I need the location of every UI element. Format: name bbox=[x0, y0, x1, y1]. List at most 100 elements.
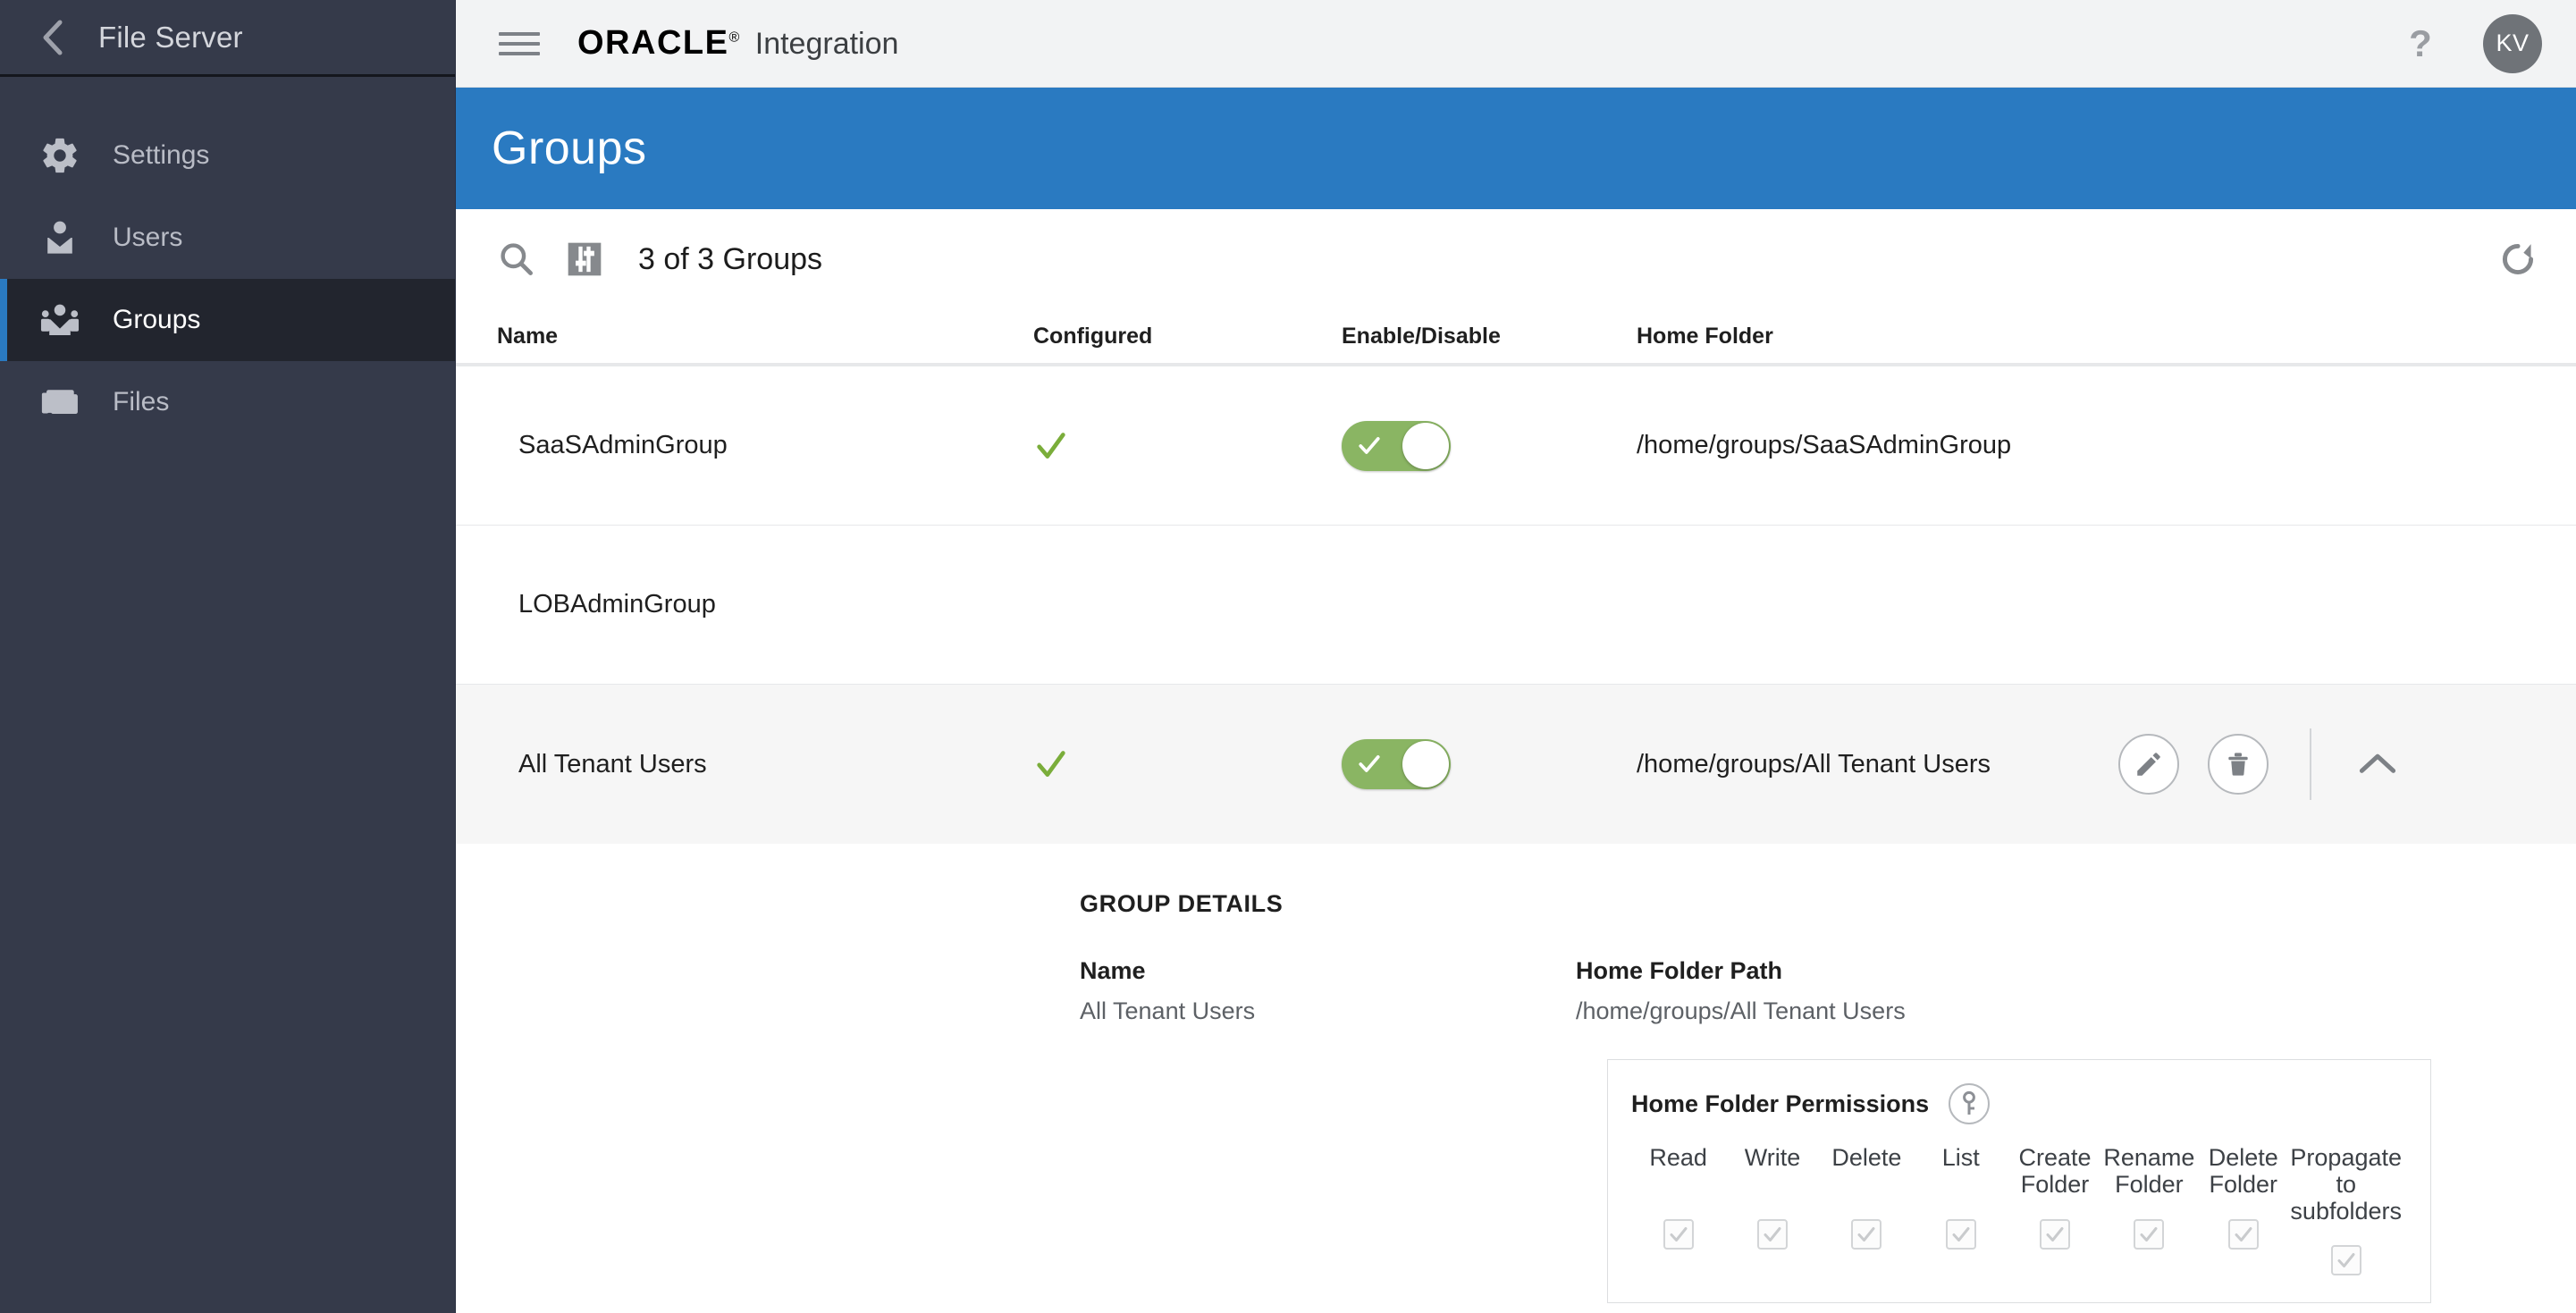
toggle-check-icon bbox=[1356, 753, 1383, 780]
permission-label-line1: Create bbox=[2019, 1144, 2092, 1171]
group-details-heading: GROUP DETAILS bbox=[1080, 890, 2538, 918]
permission-label-line1: Write bbox=[1745, 1144, 1801, 1171]
toggle-knob bbox=[1402, 741, 1449, 787]
permission-label-line1: List bbox=[1942, 1144, 1980, 1171]
permissions-title: Home Folder Permissions bbox=[1631, 1090, 1929, 1118]
permission-propagate-subfolders: Propagate to subfolders bbox=[2290, 1144, 2402, 1275]
sidebar-item-label: Settings bbox=[113, 140, 209, 171]
permission-checkbox[interactable] bbox=[2134, 1219, 2164, 1250]
home-folder-permissions-panel: Home Folder Permissions bbox=[1607, 1059, 2431, 1303]
column-header-name: Name bbox=[497, 324, 1033, 349]
permission-checkbox[interactable] bbox=[2228, 1219, 2259, 1250]
table-row[interactable]: LOBAdminGroup bbox=[456, 526, 2576, 685]
permission-checkbox[interactable] bbox=[1851, 1219, 1881, 1250]
permission-rename-folder: Rename Folder bbox=[2102, 1144, 2196, 1275]
permission-label-line1: Propagate to bbox=[2290, 1144, 2402, 1198]
sidebar-item-users[interactable]: Users bbox=[0, 197, 455, 279]
check-icon bbox=[1033, 428, 1342, 464]
page-title: Groups bbox=[492, 122, 647, 175]
group-details-panel: GROUP DETAILS Name All Tenant Users Home… bbox=[456, 844, 2576, 1313]
detail-value: All Tenant Users bbox=[1080, 997, 1576, 1025]
permission-label: Create Folder bbox=[2008, 1144, 2101, 1199]
permission-label: Delete bbox=[1820, 1144, 1914, 1199]
permission-write: Write bbox=[1725, 1144, 1819, 1275]
collapse-button[interactable] bbox=[2351, 737, 2404, 791]
permission-label: List bbox=[1914, 1144, 2008, 1199]
permission-create-folder: Create Folder bbox=[2008, 1144, 2101, 1275]
home-folder-path: /home/groups/SaaSAdminGroup bbox=[1637, 431, 2118, 460]
permission-delete: Delete bbox=[1820, 1144, 1914, 1275]
column-header-enable: Enable/Disable bbox=[1342, 324, 1637, 349]
page-content: 3 of 3 Groups Name Configured Enable/Dis… bbox=[456, 209, 2576, 1313]
search-icon[interactable] bbox=[497, 240, 536, 279]
permission-label-line1: Delete bbox=[2209, 1144, 2278, 1171]
sidebar-item-label: Files bbox=[113, 387, 169, 417]
permission-label: Read bbox=[1631, 1144, 1725, 1199]
permission-columns: Read Write bbox=[1631, 1144, 2402, 1275]
detail-label: Home Folder Path bbox=[1576, 957, 2072, 985]
group-count-label: 3 of 3 Groups bbox=[638, 242, 822, 277]
toggle-knob bbox=[1402, 423, 1449, 469]
sidebar-title: File Server bbox=[98, 21, 243, 55]
brand: ORACLE® Integration bbox=[577, 24, 898, 63]
permission-checkbox[interactable] bbox=[2331, 1245, 2361, 1275]
enable-cell bbox=[1342, 421, 1637, 471]
detail-field-name: Name All Tenant Users bbox=[1080, 957, 1576, 1025]
hamburger-icon[interactable] bbox=[499, 23, 540, 64]
sidebar-item-files[interactable]: Files bbox=[0, 361, 455, 443]
toggle-check-icon bbox=[1356, 434, 1383, 462]
permission-label: Propagate to subfolders bbox=[2290, 1144, 2402, 1225]
column-header-configured: Configured bbox=[1033, 324, 1342, 349]
column-header-home-folder: Home Folder bbox=[1637, 324, 2118, 349]
permission-label-line1: Rename bbox=[2103, 1144, 2194, 1171]
permission-label: Rename Folder bbox=[2102, 1144, 2196, 1199]
group-details-fields: Name All Tenant Users Home Folder Path /… bbox=[1080, 957, 2538, 1025]
table-row[interactable]: SaaSAdminGroup bbox=[456, 366, 2576, 526]
permission-checkbox[interactable] bbox=[1946, 1219, 1976, 1250]
sidebar-item-label: Groups bbox=[113, 305, 200, 335]
check-icon bbox=[1033, 746, 1342, 782]
detail-field-home-folder-path: Home Folder Path /home/groups/All Tenant… bbox=[1576, 957, 2072, 1025]
permission-delete-folder: Delete Folder bbox=[2196, 1144, 2290, 1275]
main-area: ORACLE® Integration ? KV Groups bbox=[456, 0, 2576, 1313]
sidebar-item-groups[interactable]: Groups bbox=[0, 279, 455, 361]
page-banner: Groups bbox=[456, 88, 2576, 209]
home-folder-path: /home/groups/All Tenant Users bbox=[1637, 750, 2118, 779]
refresh-icon[interactable] bbox=[2497, 239, 2538, 280]
permission-list: List bbox=[1914, 1144, 2008, 1275]
row-actions bbox=[2118, 728, 2538, 800]
app-root: File Server Settings bbox=[0, 0, 2576, 1313]
permission-checkbox[interactable] bbox=[1663, 1219, 1694, 1250]
back-button[interactable] bbox=[34, 18, 73, 57]
permission-checkbox[interactable] bbox=[1757, 1219, 1788, 1250]
groups-icon bbox=[36, 296, 84, 344]
folder-icon bbox=[36, 378, 84, 426]
permission-label-line2: Folder bbox=[2019, 1171, 2092, 1198]
group-name: All Tenant Users bbox=[497, 750, 1033, 779]
table-row[interactable]: All Tenant Users bbox=[456, 685, 2576, 844]
filter-sliders-icon[interactable] bbox=[567, 241, 602, 277]
permission-label-line1: Read bbox=[1649, 1144, 1707, 1171]
avatar[interactable]: KV bbox=[2483, 14, 2542, 73]
action-divider bbox=[2310, 728, 2311, 800]
table-header-row: Name Configured Enable/Disable Home Fold… bbox=[456, 309, 2576, 366]
registered-mark: ® bbox=[728, 29, 740, 45]
delete-button[interactable] bbox=[2208, 734, 2269, 795]
help-icon[interactable]: ? bbox=[2395, 25, 2446, 63]
permission-checkbox[interactable] bbox=[2040, 1219, 2070, 1250]
enable-cell bbox=[1342, 739, 1637, 789]
groups-table: Name Configured Enable/Disable Home Fold… bbox=[456, 309, 2576, 1313]
enable-toggle[interactable] bbox=[1342, 739, 1451, 789]
detail-label: Name bbox=[1080, 957, 1576, 985]
sidebar-item-settings[interactable]: Settings bbox=[0, 114, 455, 197]
oracle-logo: ORACLE® bbox=[577, 24, 741, 63]
permissions-header: Home Folder Permissions bbox=[1631, 1083, 2402, 1124]
configured-cell bbox=[1033, 428, 1342, 464]
global-topbar: ORACLE® Integration ? KV bbox=[456, 0, 2576, 88]
edit-button[interactable] bbox=[2118, 734, 2179, 795]
permission-read: Read bbox=[1631, 1144, 1725, 1275]
group-name: LOBAdminGroup bbox=[497, 590, 1033, 619]
gear-icon bbox=[36, 131, 84, 180]
enable-toggle[interactable] bbox=[1342, 421, 1451, 471]
key-icon[interactable] bbox=[1949, 1083, 1990, 1124]
